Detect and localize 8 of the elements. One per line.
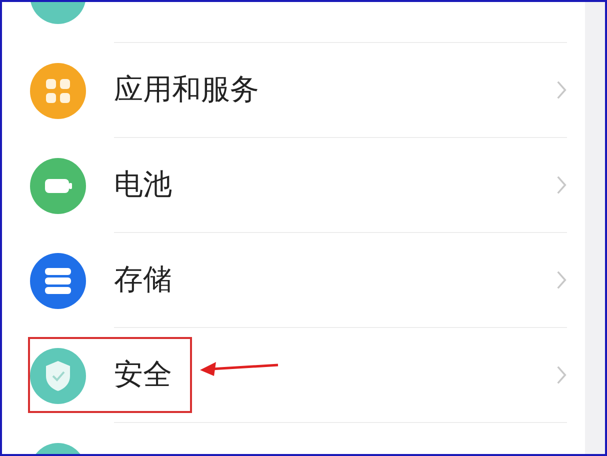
setting-label[interactable]: 电池 (114, 165, 172, 205)
chevron-icon (556, 175, 567, 195)
chevron-icon (556, 365, 567, 385)
chevron-icon (556, 80, 567, 100)
setting-label[interactable]: 应用和服务 (114, 70, 259, 110)
chevron-icon (556, 270, 567, 290)
setting-label[interactable]: 安全 (114, 355, 172, 395)
setting-label[interactable]: 存储 (114, 260, 172, 300)
